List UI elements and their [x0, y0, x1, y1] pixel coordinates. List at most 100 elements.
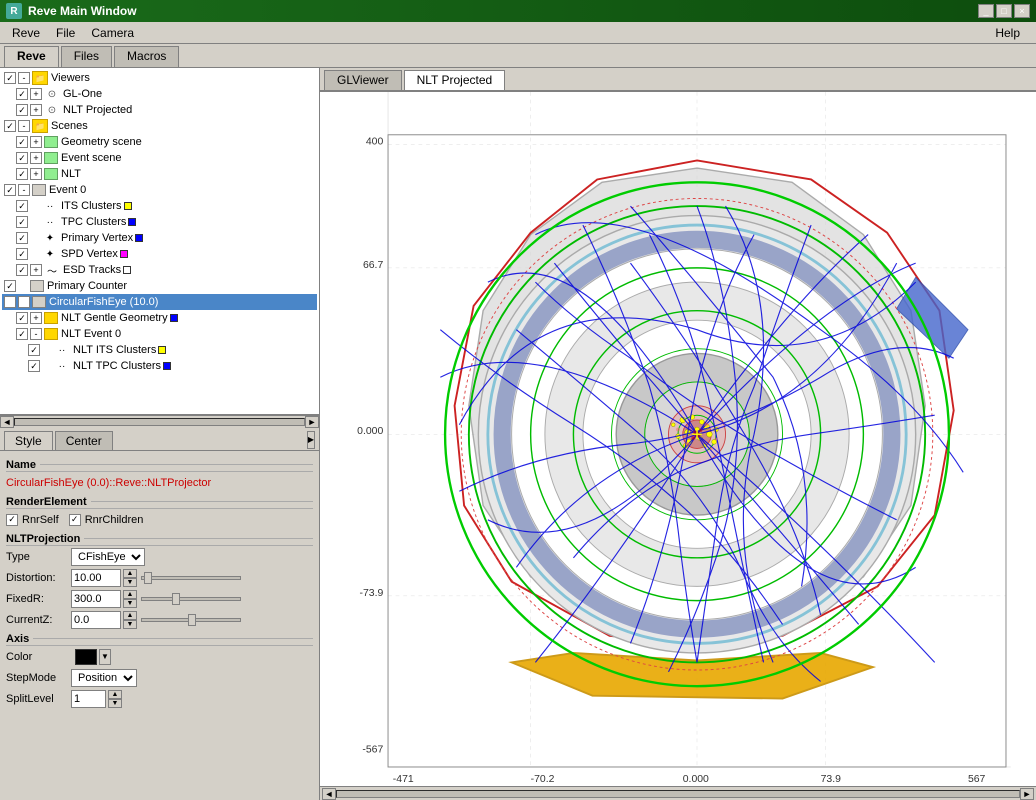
- currentz-thumb[interactable]: [188, 614, 196, 626]
- tree-item-nlt[interactable]: + NLT: [14, 166, 317, 182]
- tree-item-primaryvertex[interactable]: ✦ Primary Vertex: [14, 230, 317, 246]
- tree-check-eventscene[interactable]: [16, 152, 28, 164]
- tree-item-scenes[interactable]: - 📁 Scenes: [2, 118, 317, 134]
- type-dropdown[interactable]: CFishEye RhoZ RPhi: [71, 548, 145, 566]
- tree-item-eventscene[interactable]: + Event scene: [14, 150, 317, 166]
- menu-reve[interactable]: Reve: [4, 24, 48, 42]
- tree-check-itsclusters[interactable]: [16, 200, 28, 212]
- tree-item-nltgentle[interactable]: + NLT Gentle Geometry: [14, 310, 317, 326]
- distortion-down-btn[interactable]: ▼: [123, 578, 137, 587]
- stepmode-dropdown[interactable]: Position Value: [71, 669, 137, 687]
- tab-center[interactable]: Center: [55, 431, 113, 450]
- menu-camera[interactable]: Camera: [83, 24, 142, 42]
- viewer-canvas[interactable]: 400 66.7 0.000 -73.9 -567 -471 -70.2 0.0…: [320, 92, 1036, 786]
- bottom-scrollbar[interactable]: ◄ ►: [320, 786, 1036, 800]
- tree-check-nltitsclusters[interactable]: [28, 344, 40, 356]
- checkbox-rnrself[interactable]: [6, 514, 18, 526]
- tree-item-nlttpcclusters[interactable]: ·· NLT TPC Clusters: [26, 358, 317, 374]
- tree-item-spdvertex[interactable]: ✦ SPD Vertex: [14, 246, 317, 262]
- checkbox-rnrchildren[interactable]: [69, 514, 81, 526]
- expand-right-btn[interactable]: ▶: [307, 431, 315, 449]
- tree-check-event0[interactable]: [4, 184, 16, 196]
- fixedr-thumb[interactable]: [172, 593, 180, 605]
- color-picker-btn[interactable]: ▼: [99, 649, 111, 665]
- tree-expand-geomscene[interactable]: +: [30, 136, 42, 148]
- tree-check-glone[interactable]: [16, 88, 28, 100]
- splitlevel-down-btn[interactable]: ▼: [108, 699, 122, 708]
- tree-expand-scenes[interactable]: -: [18, 120, 30, 132]
- tree-check-nlttpcclusters[interactable]: [28, 360, 40, 372]
- currentz-up-btn[interactable]: ▲: [123, 611, 137, 620]
- tree-check-nltgentle[interactable]: [16, 312, 28, 324]
- menu-help[interactable]: Help: [987, 24, 1028, 42]
- splitlevel-up-btn[interactable]: ▲: [108, 690, 122, 699]
- tree-expand-esdtracks[interactable]: +: [30, 264, 42, 276]
- tree-item-esdtracks[interactable]: + 〜 ESD Tracks: [14, 262, 317, 278]
- tree-expand-nlt[interactable]: +: [30, 168, 42, 180]
- currentz-slider[interactable]: [141, 618, 241, 622]
- tree-item-tpcclusters[interactable]: ·· TPC Clusters: [14, 214, 317, 230]
- distortion-up-btn[interactable]: ▲: [123, 569, 137, 578]
- tree-item-geomscene[interactable]: + Geometry scene: [14, 134, 317, 150]
- tree-item-event0[interactable]: - Event 0: [2, 182, 317, 198]
- tree-item-nltevent0[interactable]: - NLT Event 0: [14, 326, 317, 342]
- tab-macros[interactable]: Macros: [114, 46, 179, 67]
- fixedr-slider[interactable]: [141, 597, 241, 601]
- window-controls[interactable]: _ □ ×: [978, 4, 1030, 18]
- tree-expand-viewers[interactable]: -: [18, 72, 30, 84]
- color-swatch[interactable]: [75, 649, 97, 665]
- tree-check-primaryvertex[interactable]: [16, 232, 28, 244]
- viewer-hscrollbar-track[interactable]: [336, 790, 1020, 798]
- tree-item-itsclusters[interactable]: ·· ITS Clusters: [14, 198, 317, 214]
- tree-check-viewers[interactable]: [4, 72, 16, 84]
- tree-expand-nltevent0[interactable]: -: [30, 328, 42, 340]
- tree-item-nltitsclusters[interactable]: ·· NLT ITS Clusters: [26, 342, 317, 358]
- splitlevel-input[interactable]: [71, 690, 106, 708]
- maximize-button[interactable]: □: [996, 4, 1012, 18]
- tree-check-esdtracks[interactable]: [16, 264, 28, 276]
- tree-hscrollbar-track[interactable]: [14, 418, 305, 426]
- tree-check-tpcclusters[interactable]: [16, 216, 28, 228]
- tree-expand-nltprojected[interactable]: +: [30, 104, 42, 116]
- tree-scrollbar[interactable]: ◄ ►: [0, 415, 319, 429]
- scroll-left-btn[interactable]: ◄: [0, 416, 14, 428]
- tree-item-primarycounter[interactable]: Primary Counter: [2, 278, 317, 294]
- tab-nltprojected[interactable]: NLT Projected: [404, 70, 506, 90]
- tab-glviewer[interactable]: GLViewer: [324, 70, 402, 90]
- fixedr-input[interactable]: [71, 590, 121, 608]
- distortion-input[interactable]: [71, 569, 121, 587]
- tab-style[interactable]: Style: [4, 431, 53, 450]
- tree-expand-event0[interactable]: -: [18, 184, 30, 196]
- scroll-right-btn[interactable]: ►: [305, 416, 319, 428]
- close-button[interactable]: ×: [1014, 4, 1030, 18]
- tree-check-geomscene[interactable]: [16, 136, 28, 148]
- fixedr-up-btn[interactable]: ▲: [123, 590, 137, 599]
- tree-check-scenes[interactable]: [4, 120, 16, 132]
- tree-expand-circularfisheye[interactable]: -: [18, 296, 30, 308]
- tab-files[interactable]: Files: [61, 46, 112, 67]
- distortion-thumb[interactable]: [144, 572, 152, 584]
- tree-view[interactable]: - 📁 Viewers + ⊙ GL-One + ⊙ NLT Projected: [0, 68, 319, 415]
- tree-item-circularfisheye[interactable]: - CircularFishEye (10.0): [2, 294, 317, 310]
- tab-reve[interactable]: Reve: [4, 46, 59, 67]
- tree-expand-glone[interactable]: +: [30, 88, 42, 100]
- tree-check-nlt[interactable]: [16, 168, 28, 180]
- tree-expand-nltgentle[interactable]: +: [30, 312, 42, 324]
- tree-check-circularfisheye[interactable]: [4, 296, 16, 308]
- tree-item-nltprojected[interactable]: + ⊙ NLT Projected: [14, 102, 317, 118]
- tree-check-spdvertex[interactable]: [16, 248, 28, 260]
- minimize-button[interactable]: _: [978, 4, 994, 18]
- tree-expand-eventscene[interactable]: +: [30, 152, 42, 164]
- fixedr-down-btn[interactable]: ▼: [123, 599, 137, 608]
- tree-item-glone[interactable]: + ⊙ GL-One: [14, 86, 317, 102]
- tree-check-primarycounter[interactable]: [4, 280, 16, 292]
- viewer-scroll-left-btn[interactable]: ◄: [322, 788, 336, 800]
- tree-item-viewers[interactable]: - 📁 Viewers: [2, 70, 317, 86]
- tree-check-nltprojected[interactable]: [16, 104, 28, 116]
- currentz-down-btn[interactable]: ▼: [123, 620, 137, 629]
- distortion-slider[interactable]: [141, 576, 241, 580]
- menu-file[interactable]: File: [48, 24, 83, 42]
- tree-check-nltevent0[interactable]: [16, 328, 28, 340]
- currentz-input[interactable]: [71, 611, 121, 629]
- viewer-scroll-right-btn[interactable]: ►: [1020, 788, 1034, 800]
